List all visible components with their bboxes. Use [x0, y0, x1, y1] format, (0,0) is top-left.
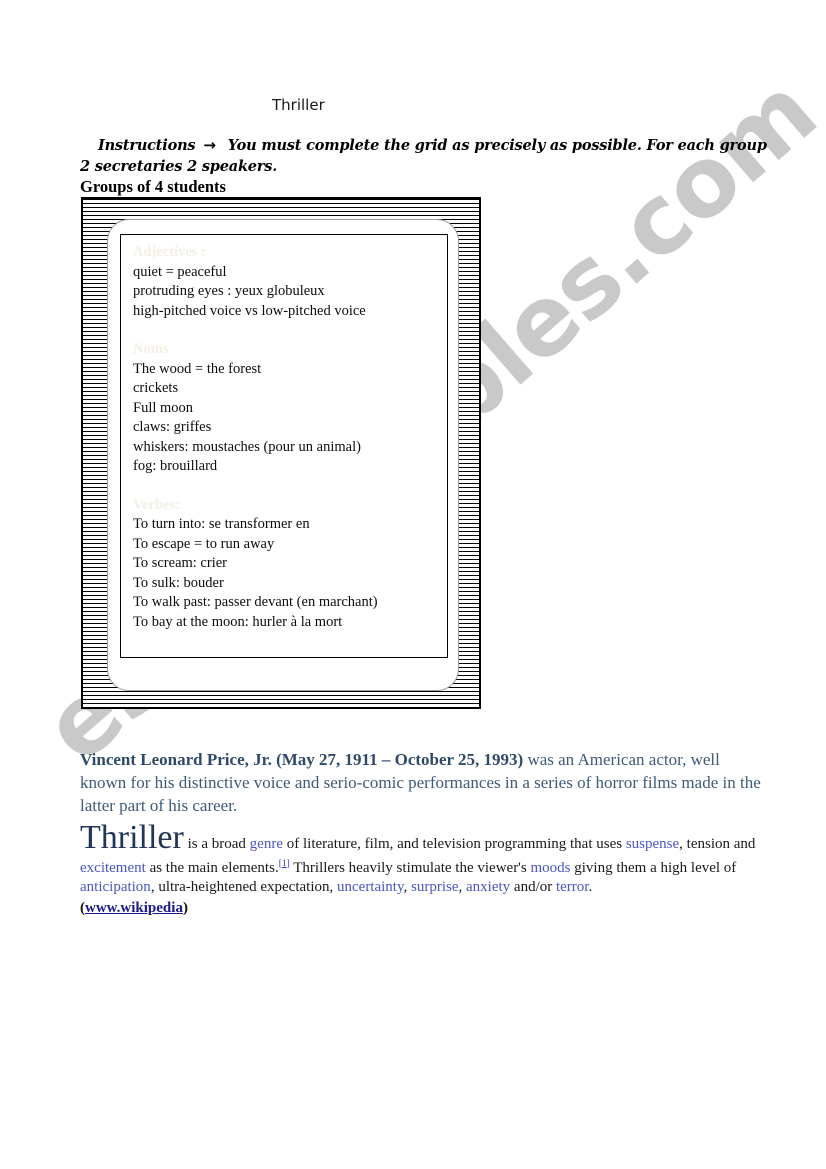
groups-of-students-label: Groups of 4 students — [80, 177, 226, 196]
link-excitement[interactable]: excitement — [80, 860, 146, 876]
definition-text-4: as the main elements. — [145, 859, 279, 876]
bio-name: Vincent Leonard Price, Jr. (May 27, 1911… — [80, 750, 524, 769]
definition-headword: Thriller — [80, 819, 184, 856]
definition-text-8: , — [403, 879, 411, 895]
definition-text-5: Thrillers heavily stimulate the viewer's — [289, 859, 531, 876]
source-paren-close: ) — [182, 899, 188, 916]
list-item: protruding eyes : yeux globuleux — [133, 283, 325, 299]
vincent-price-bio-paragraph: Vincent Leonard Price, Jr. (May 27, 1911… — [80, 748, 770, 817]
link-wikipedia[interactable]: www.wikipedia — [85, 900, 183, 916]
decorative-hatched-frame: Adjectives : quiet = peaceful protruding… — [81, 197, 481, 709]
list-item: claws: griffes — [133, 419, 212, 435]
list-item: quiet = peaceful — [133, 263, 227, 280]
definition-text-6: giving them a high level of — [570, 859, 737, 876]
link-surprise[interactable]: surprise — [411, 879, 459, 895]
list-item: Full moon — [133, 399, 194, 416]
list-item: fog: brouillard — [133, 458, 218, 474]
link-anticipation[interactable]: anticipation — [80, 879, 151, 895]
source-attribution: (www.wikipedia) — [80, 899, 780, 919]
definition-text-1: is a broad — [183, 836, 250, 852]
definition-text-10: and/or — [510, 879, 556, 895]
list-item: To turn into: se transformer en — [133, 516, 310, 532]
citation-reference-link[interactable]: [1] — [279, 859, 290, 869]
list-item: To walk past: passer devant (en marchant… — [133, 594, 378, 610]
list-item: To bay at the moon: hurler à la mort — [133, 613, 343, 630]
arrow-right-icon: → — [203, 136, 216, 154]
list-item: high-pitched voice vs low-pitched voice — [133, 302, 366, 319]
definition-text-3: , tension and — [679, 836, 756, 852]
list-item: To sulk: bouder — [133, 574, 224, 591]
link-anxiety[interactable]: anxiety — [466, 879, 510, 895]
instructions-label: Instructions — [98, 137, 196, 154]
section-heading-noms: Noms — [133, 341, 169, 357]
link-moods[interactable]: moods — [530, 860, 570, 876]
list-item: The wood = the forest — [133, 360, 262, 377]
link-suspense[interactable]: suspense — [626, 836, 679, 852]
list-item: whiskers: moustaches (pour un animal) — [133, 438, 361, 455]
list-item: To scream: crier — [133, 555, 227, 571]
definition-text-7: , ultra-heightened expectation, — [150, 879, 337, 895]
definition-text-2: of literature, film, and television prog… — [282, 836, 626, 852]
vocabulary-listbox: Adjectives : quiet = peaceful protruding… — [120, 234, 448, 658]
link-genre[interactable]: genre — [250, 836, 283, 852]
list-item: To escape = to run away — [133, 535, 275, 552]
rounded-panel: Adjectives : quiet = peaceful protruding… — [107, 219, 459, 691]
definition-text-9: , — [458, 879, 466, 895]
definition-text-11: . — [588, 879, 593, 895]
link-terror[interactable]: terror — [556, 879, 588, 895]
link-uncertainty[interactable]: uncertainty — [337, 879, 404, 895]
instructions-block: Instructions → You must complete the grid … — [80, 135, 780, 177]
thriller-definition-paragraph: Thriller is a broad genre of literature,… — [80, 821, 780, 919]
page-title: Thriller — [272, 96, 325, 114]
list-item: crickets — [133, 380, 179, 396]
section-heading-adjectives: Adjectives : — [133, 244, 206, 260]
section-heading-verbes: Verbes: — [133, 496, 180, 513]
